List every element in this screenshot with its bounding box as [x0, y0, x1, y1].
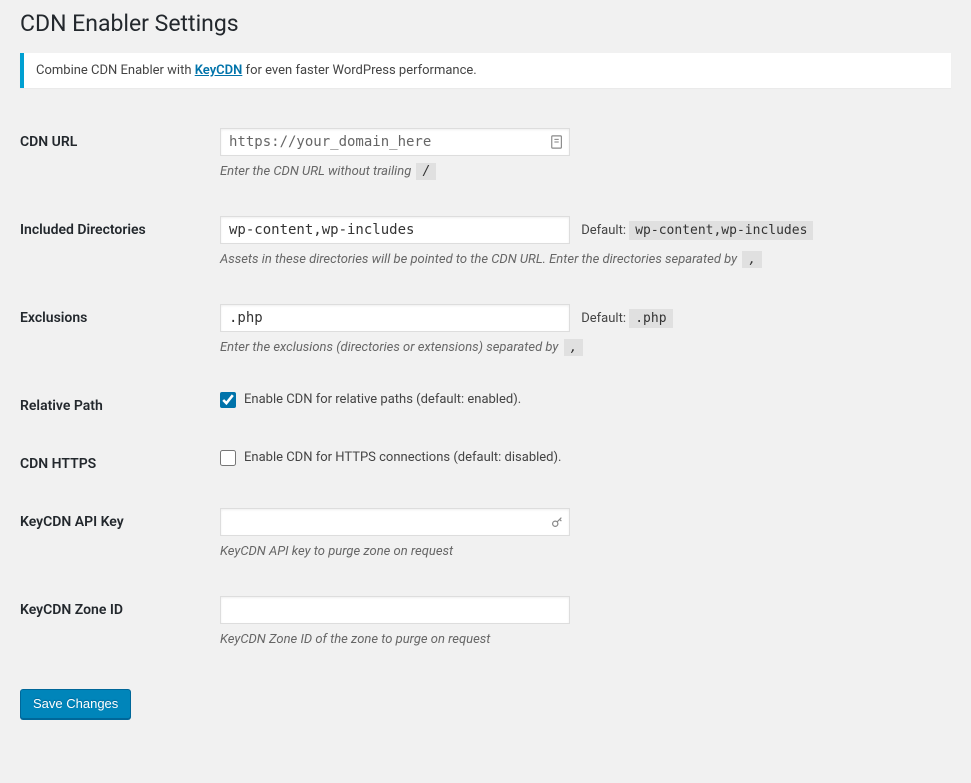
exclusions-label: Exclusions [20, 289, 220, 377]
exclusions-default-label: Default: [581, 311, 626, 326]
keycdn-api-key-input[interactable] [220, 508, 570, 536]
keycdn-api-key-label: KeyCDN API Key [20, 493, 220, 581]
included-directories-input[interactable] [220, 216, 570, 244]
exclusions-description: Enter the exclusions (directories or ext… [220, 340, 558, 355]
included-directories-default-label: Default: [581, 223, 626, 238]
cdn-https-checkbox-label[interactable]: Enable CDN for HTTPS connections (defaul… [220, 450, 941, 467]
page-title: CDN Enabler Settings [20, 0, 951, 43]
included-directories-label: Included Directories [20, 201, 220, 289]
info-notice: Combine CDN Enabler with KeyCDN for even… [20, 53, 951, 88]
keycdn-zone-id-description: KeyCDN Zone ID of the zone to purge on r… [220, 632, 941, 649]
cdn-https-checkbox[interactable] [220, 450, 236, 466]
keycdn-link[interactable]: KeyCDN [195, 63, 243, 78]
cdn-url-description: Enter the CDN URL without trailing [220, 164, 411, 179]
relative-path-checkbox-text: Enable CDN for relative paths (default: … [244, 392, 521, 409]
keycdn-zone-id-label: KeyCDN Zone ID [20, 581, 220, 669]
included-directories-description: Assets in these directories will be poin… [220, 252, 737, 267]
settings-form: CDN URL Enter the CDN URL without traili… [20, 113, 951, 669]
cdn-url-input[interactable] [220, 128, 570, 156]
cdn-https-checkbox-text: Enable CDN for HTTPS connections (defaul… [244, 450, 561, 467]
keycdn-zone-id-input[interactable] [220, 596, 570, 624]
key-icon [550, 515, 564, 529]
notice-text-prefix: Combine CDN Enabler with [36, 63, 195, 78]
included-directories-description-code: , [742, 251, 762, 268]
exclusions-description-code: , [564, 339, 584, 356]
relative-path-checkbox[interactable] [220, 392, 236, 408]
exclusions-default-value: .php [629, 309, 672, 328]
included-directories-default-value: wp-content,wp-includes [629, 221, 813, 240]
save-changes-button[interactable]: Save Changes [20, 689, 131, 719]
cdn-url-label: CDN URL [20, 113, 220, 201]
exclusions-input[interactable] [220, 304, 570, 332]
relative-path-label: Relative Path [20, 377, 220, 435]
keycdn-api-key-description: KeyCDN API key to purge zone on request [220, 544, 941, 561]
cdn-url-description-code: / [416, 163, 436, 180]
cdn-https-label: CDN HTTPS [20, 435, 220, 493]
notice-text-suffix: for even faster WordPress performance. [242, 63, 476, 78]
contacts-icon [550, 135, 564, 149]
relative-path-checkbox-label[interactable]: Enable CDN for relative paths (default: … [220, 392, 941, 409]
